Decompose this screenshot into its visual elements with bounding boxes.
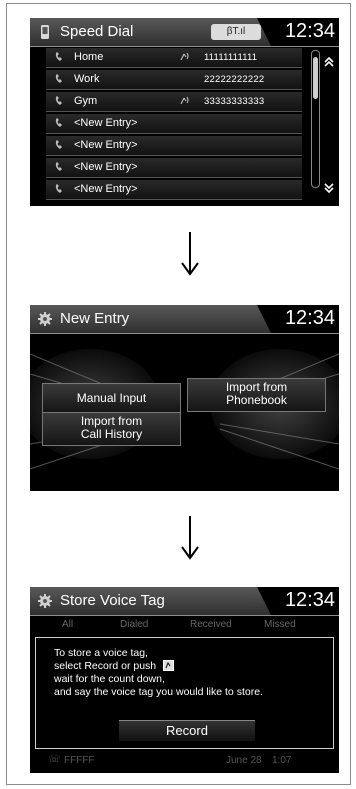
speed-dial-list: Home 11111111111 Work 22222222222 Gym 33… bbox=[46, 48, 302, 202]
down-arrow-icon bbox=[181, 232, 199, 276]
handset-icon bbox=[55, 74, 62, 83]
list-item[interactable]: Gym 33333333333 bbox=[46, 92, 302, 112]
voice-tag-icon bbox=[180, 52, 189, 61]
handset-icon bbox=[55, 52, 62, 61]
voice-tag-icon bbox=[180, 96, 189, 105]
tab-received[interactable]: Received bbox=[190, 619, 232, 630]
entry-name: <New Entry> bbox=[74, 183, 138, 195]
entry-name: Gym bbox=[74, 95, 98, 107]
new-entry-header: New Entry 12:34 bbox=[30, 305, 339, 334]
chevron-up-icon[interactable] bbox=[323, 56, 335, 68]
list-item[interactable]: <New Entry> bbox=[46, 180, 302, 200]
message-line: and say the voice tag you would like to … bbox=[54, 686, 263, 698]
message-line: select Record or push bbox=[54, 660, 330, 673]
entry-name: <New Entry> bbox=[74, 139, 138, 151]
list-item[interactable]: <New Entry> bbox=[46, 114, 302, 134]
clock: 12:34 bbox=[284, 307, 335, 329]
bluetooth-signal-status: βT.ıl bbox=[211, 24, 261, 40]
manual-input-button[interactable]: Manual Input bbox=[42, 383, 181, 413]
talk-button-icon bbox=[163, 660, 175, 671]
list-item[interactable]: <New Entry> bbox=[46, 136, 302, 156]
clock-tab: 12:34 bbox=[257, 305, 339, 333]
entry-name: <New Entry> bbox=[74, 117, 138, 129]
handset-icon bbox=[55, 118, 62, 127]
entry-date: June 28 bbox=[226, 755, 262, 766]
entry-name: Work bbox=[74, 73, 100, 85]
clock: 12:34 bbox=[284, 20, 335, 42]
tab-dialed[interactable]: Dialed bbox=[120, 619, 148, 630]
store-voice-tag-header: Store Voice Tag 12:34 bbox=[30, 587, 339, 616]
entry-name: FFFFF bbox=[64, 755, 95, 766]
call-history-tabs: All Dialed Received Missed bbox=[50, 617, 320, 632]
speed-dial-screen: Speed Dial βT.ıl 12:34 Home 11111111111 … bbox=[30, 18, 339, 206]
button-label: Manual Input bbox=[76, 391, 147, 405]
page-title: Store Voice Tag bbox=[60, 592, 165, 609]
page-title: Speed Dial bbox=[60, 23, 134, 40]
message-line: wait for the count down, bbox=[54, 673, 165, 685]
record-button[interactable]: Record bbox=[119, 720, 255, 741]
voice-tag-dialog: To store a voice tag, select Record or p… bbox=[35, 637, 334, 749]
store-voice-tag-screen: Store Voice Tag 12:34 All Dialed Receive… bbox=[30, 587, 339, 773]
scrollbar[interactable] bbox=[311, 50, 320, 188]
entry-number: 33333333333 bbox=[204, 96, 265, 107]
entry-name: <New Entry> bbox=[74, 161, 138, 173]
message-line: To store a voice tag, bbox=[54, 647, 148, 659]
list-item[interactable]: Work 22222222222 bbox=[46, 70, 302, 90]
tab-all[interactable]: All bbox=[62, 619, 73, 630]
handset-icon bbox=[55, 96, 62, 105]
import-phonebook-button[interactable]: Import from Phonebook bbox=[187, 378, 326, 412]
down-arrow-icon bbox=[181, 516, 199, 560]
entry-number: 22222222222 bbox=[204, 74, 265, 85]
button-label-line2: Phonebook bbox=[226, 393, 287, 407]
button-label-line2: Call History bbox=[80, 427, 143, 441]
gear-icon bbox=[38, 594, 52, 608]
clock-tab: 12:34 bbox=[257, 587, 339, 615]
chevron-down-icon[interactable] bbox=[323, 182, 335, 194]
handset-icon bbox=[55, 184, 62, 193]
import-call-history-button[interactable]: Import from Call History bbox=[42, 412, 181, 446]
clock-tab: 12:34 bbox=[257, 18, 339, 46]
new-entry-screen: New Entry 12:34 Manual Input Import from… bbox=[30, 305, 339, 491]
entry-name: Home bbox=[74, 51, 104, 63]
handset-icon: ☏ bbox=[48, 754, 61, 765]
page-title: New Entry bbox=[60, 310, 130, 327]
background-list-item: ☏ FFFFF June 28 1:07 bbox=[46, 754, 318, 770]
entry-time: 1:07 bbox=[272, 755, 292, 766]
dialog-message: To store a voice tag, select Record or p… bbox=[54, 647, 330, 699]
handset-icon bbox=[55, 140, 62, 149]
handset-icon bbox=[55, 162, 62, 171]
speed-dial-header: Speed Dial βT.ıl 12:34 bbox=[30, 18, 339, 47]
phone-icon bbox=[41, 25, 49, 39]
tab-missed[interactable]: Missed bbox=[264, 619, 296, 630]
scrollbar-thumb[interactable] bbox=[313, 57, 318, 99]
list-item[interactable]: <New Entry> bbox=[46, 158, 302, 178]
entry-number: 11111111111 bbox=[204, 52, 258, 63]
clock: 12:34 bbox=[284, 589, 335, 611]
list-item[interactable]: Home 11111111111 bbox=[46, 48, 302, 68]
gear-icon bbox=[38, 312, 52, 326]
